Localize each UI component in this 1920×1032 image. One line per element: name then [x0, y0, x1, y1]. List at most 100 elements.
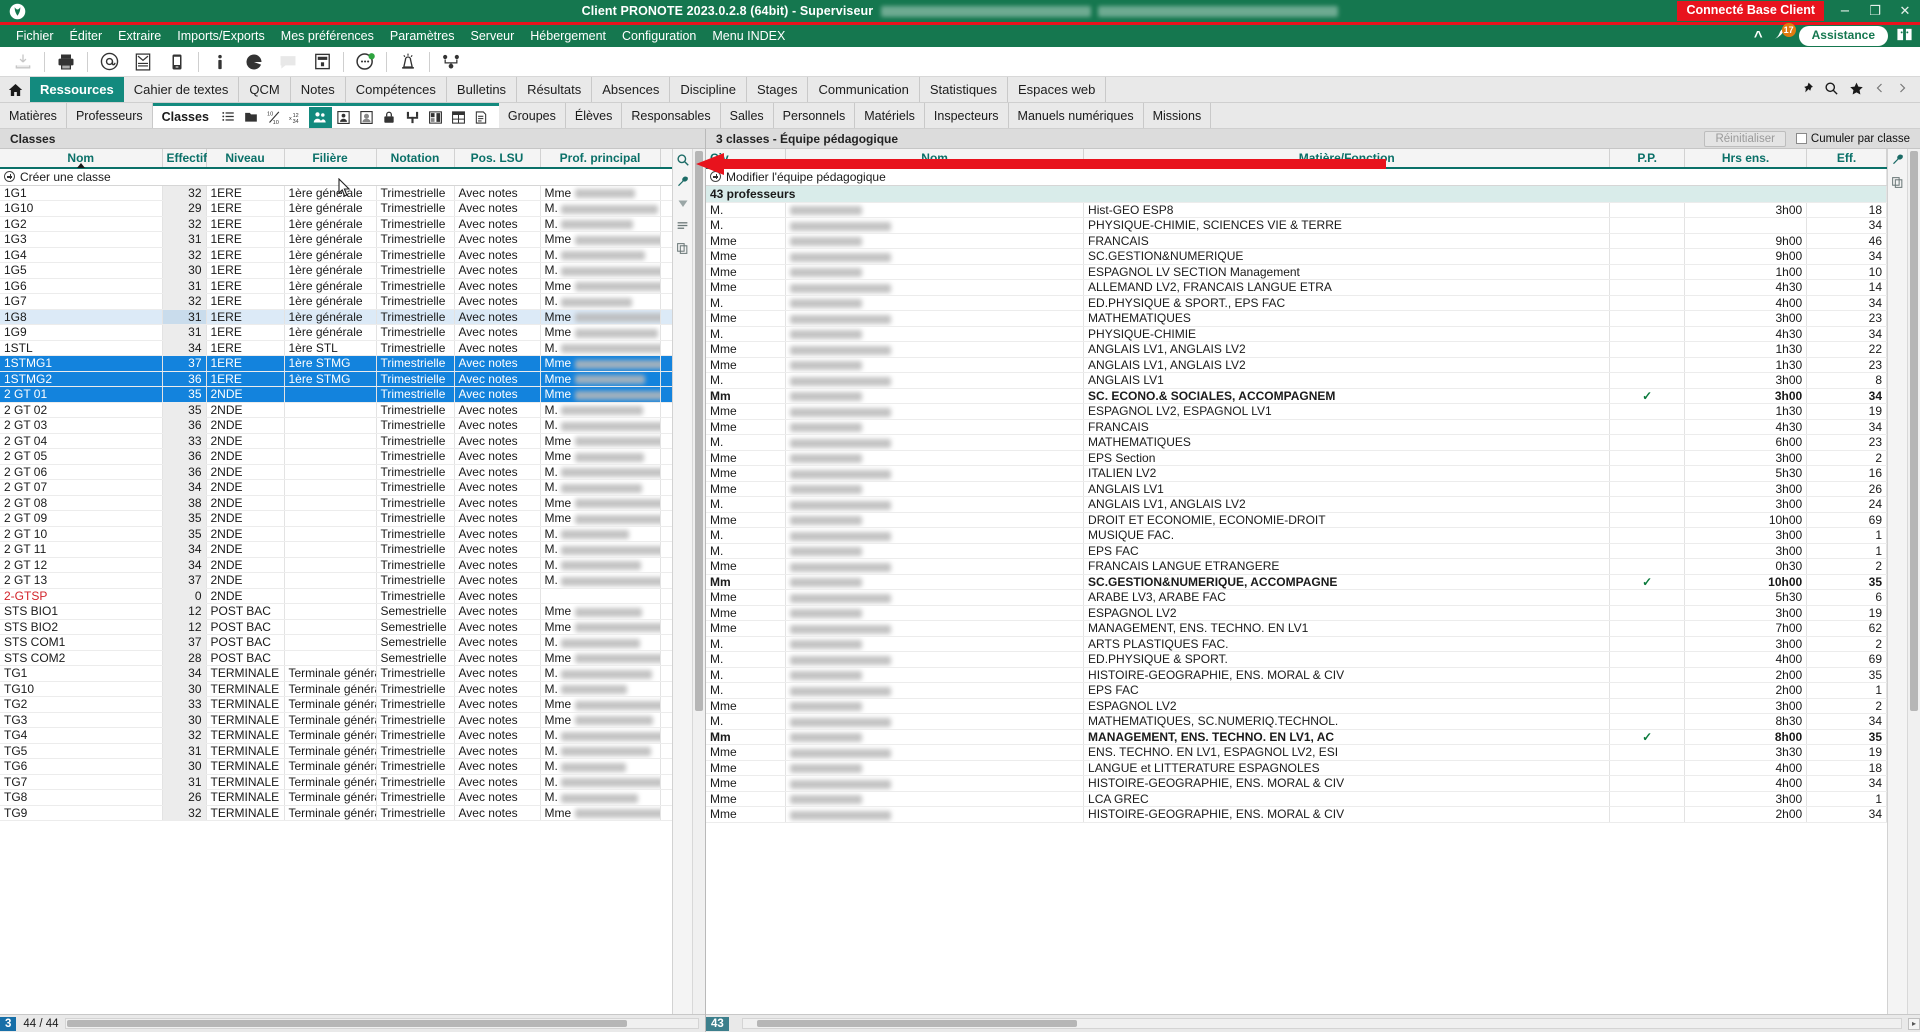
table-row[interactable]: 1G4 32 1ERE 1ère générale Trimestrielle Avec … — [0, 247, 672, 263]
table-row[interactable]: M. PHYSIQUE-CHIMIE, SCIENCES VIE & TERRE 3… — [706, 217, 1887, 234]
pin-icon[interactable] — [1801, 81, 1814, 98]
create-class-cell[interactable]: Créer une classe — [0, 168, 672, 186]
reset-button[interactable]: Réinitialiser — [1704, 130, 1786, 147]
col-notation[interactable]: Notation — [376, 149, 455, 169]
table-row[interactable]: Mme LANGUE et LITTERATURE ESPAGNOLES 4h00 1… — [706, 760, 1887, 776]
sidebar-item-eleves[interactable]: Élèves — [566, 103, 623, 128]
table-row[interactable]: 1G6 31 1ERE 1ère générale Trimestrielle Avec … — [0, 278, 672, 294]
tab-statistiques[interactable]: Statistiques — [920, 77, 1009, 102]
table-row[interactable]: Mme ESPAGNOL LV SECTION Management 1h00 10 — [706, 264, 1887, 280]
table-row[interactable]: TG134TERMINALETerminale généraleTrimestr… — [0, 665, 672, 682]
table-row[interactable]: TG630TERMINALETerminale généraleTrimestr… — [0, 758, 672, 775]
table-row[interactable]: 2 GT 11 34 2NDE Trimestrielle Avec notes M. — [0, 541, 672, 558]
comment-icon[interactable] — [271, 48, 305, 76]
letter-icon[interactable] — [126, 48, 160, 76]
edit-team-cell[interactable]: Modifier l'équipe pédagogique — [706, 168, 1887, 186]
menu-item-imports-exports[interactable]: Imports/Exports — [169, 28, 273, 44]
menu-item-mes-preferences[interactable]: Mes préférences — [273, 28, 382, 44]
col-matiere-fonction[interactable]: Matière/Fonction — [1083, 149, 1611, 169]
col-hrs-ens[interactable]: Hrs ens. — [1684, 149, 1808, 169]
table-row[interactable]: M. EPS FAC 3h00 1 — [706, 543, 1887, 559]
table-row[interactable]: Mme ITALIEN LV2 5h30 16 — [706, 465, 1887, 482]
col-effectif[interactable]: Effectif — [162, 149, 207, 169]
table-row[interactable]: Mme MANAGEMENT, ENS. TECHNO. EN LV1 7h00 62 — [706, 620, 1887, 637]
col-filiere[interactable]: Filière — [284, 149, 377, 169]
notifications-button[interactable]: 17 — [1770, 23, 1796, 46]
table-row[interactable]: M. Hist-GEO ESP8 3h00 18 — [706, 202, 1887, 218]
sidebar-item-responsables[interactable]: Responsables — [622, 103, 721, 128]
table-row[interactable]: Mme HISTOIRE-GEOGRAPHIE, ENS. MORAL & CIV… — [706, 775, 1887, 792]
form-icon[interactable] — [305, 48, 339, 76]
table-row[interactable]: M. ANGLAIS LV1 3h00 8 — [706, 372, 1887, 389]
coefficient-icon[interactable]: x 12 34 — [286, 107, 309, 128]
table-row[interactable]: 1STMG2 36 1ERE 1ère STMG Trimestrielle Avec n… — [0, 371, 672, 387]
chat-online-icon[interactable] — [348, 48, 382, 76]
table-row[interactable]: Mm SC. ECONO.& SOCIALES, ACCOMPAGNEM ✓ 3h00… — [706, 388, 1887, 404]
table-row[interactable]: 2 GT 08 38 2NDE Trimestrielle Avec notes Mme — [0, 495, 672, 511]
sidebar-item-missions[interactable]: Missions — [1144, 103, 1212, 128]
edit-team-row[interactable]: Modifier l'équipe pédagogique — [706, 168, 1887, 186]
table-row[interactable]: TG233TERMINALETerminale généraleTrimestr… — [0, 696, 672, 713]
table-row[interactable]: M. MATHEMATIQUES 6h00 23 — [706, 434, 1887, 451]
sidebar-item-inspecteurs[interactable]: Inspecteurs — [925, 103, 1009, 128]
tab-resultats[interactable]: Résultats — [517, 77, 593, 102]
table-row[interactable]: 2 GT 13 37 2NDE Trimestrielle Avec notes M. — [0, 572, 672, 589]
sidebar-item-materiels[interactable]: Matériels — [855, 103, 925, 128]
col-niveau[interactable]: Niveau — [206, 149, 285, 169]
group-grid-icon[interactable] — [424, 107, 447, 128]
table-row[interactable]: Mme ENS. TECHNO. EN LV1, ESPAGNOL LV2, ES… — [706, 744, 1887, 761]
search-icon[interactable] — [674, 151, 692, 169]
search-icon[interactable] — [1824, 81, 1839, 99]
people-network-icon[interactable] — [434, 48, 468, 76]
table-row[interactable]: Mme LCA GREC 3h00 1 — [706, 791, 1887, 807]
options-icon[interactable] — [401, 107, 424, 128]
alarm-icon[interactable] — [391, 48, 425, 76]
print-icon[interactable] — [49, 48, 83, 76]
filter-down-icon[interactable] — [674, 195, 692, 213]
table-row[interactable]: M. ED.PHYSIQUE & SPORT., EPS FAC 4h00 34 — [706, 295, 1887, 311]
copy-icon[interactable] — [674, 239, 692, 257]
close-button[interactable]: ✕ — [1890, 0, 1920, 22]
table-row[interactable]: 1STMG1 37 1ERE 1ère STMG Trimestrielle Avec n… — [0, 355, 672, 372]
col-eff[interactable]: Eff. — [1806, 149, 1887, 169]
table-row[interactable]: Mme DROIT ET ECONOMIE, ECONOMIE-DROIT 10h0… — [706, 512, 1887, 528]
team-scroll-thumb[interactable] — [1910, 151, 1918, 711]
table-row[interactable]: 1G10 29 1ERE 1ère générale Trimestrielle Avec… — [0, 200, 672, 217]
plus-circle-icon[interactable] — [710, 170, 721, 182]
report-icon[interactable] — [470, 107, 493, 128]
wrench-icon[interactable] — [1889, 151, 1907, 169]
tab-espaces-web[interactable]: Espaces web — [1008, 77, 1107, 102]
sidebar-item-groupes[interactable]: Groupes — [499, 103, 566, 128]
checkbox-box[interactable] — [1795, 133, 1807, 144]
cumulate-per-class-checkbox[interactable]: Cumuler par classe — [1795, 133, 1910, 145]
table-row[interactable]: 2 GT 10 35 2NDE Trimestrielle Avec notes M. — [0, 526, 672, 542]
menu-item-extraire[interactable]: Extraire — [110, 28, 169, 44]
table-row[interactable]: Mme SC.GESTION&NUMERIQUE 9h00 34 — [706, 248, 1887, 265]
team-hscroll-thumb[interactable] — [756, 1020, 1077, 1027]
table-row[interactable]: Mme ANGLAIS LV1, ANGLAIS LV2 1h30 22 — [706, 341, 1887, 358]
table-row[interactable]: Mme MATHEMATIQUES 3h00 23 — [706, 310, 1887, 327]
table-row[interactable]: 1G7 32 1ERE 1ère générale Trimestrielle Avec … — [0, 293, 672, 310]
table-row[interactable]: Mme EPS Section 3h00 2 — [706, 450, 1887, 466]
classes-scroll-thumb[interactable] — [695, 151, 703, 711]
table-row[interactable]: 1G2 32 1ERE 1ère générale Trimestrielle Avec … — [0, 216, 672, 232]
lock-icon[interactable] — [378, 107, 401, 128]
sidebar-item-matieres[interactable]: Matières — [0, 103, 67, 128]
table-row[interactable]: Mme ESPAGNOL LV2 3h00 2 — [706, 698, 1887, 714]
table-row[interactable]: Mme ALLEMAND LV2, FRANCAIS LANGUE ETRA 4h3… — [706, 279, 1887, 296]
tab-absences[interactable]: Absences — [592, 77, 671, 102]
at-email-icon[interactable] — [92, 48, 126, 76]
star-icon[interactable] — [1849, 81, 1864, 99]
col-pos-lsu[interactable]: Pos. LSU — [454, 149, 541, 169]
menu-item-configuration[interactable]: Configuration — [614, 28, 704, 44]
menu-item-parametres[interactable]: Paramètres — [382, 28, 463, 44]
table-row[interactable]: M. ANGLAIS LV1, ANGLAIS LV2 3h00 24 — [706, 496, 1887, 513]
table-row[interactable]: 2 GT 05 36 2NDE Trimestrielle Avec notes Mme — [0, 448, 672, 465]
table-row[interactable]: Mme ANGLAIS LV1 3h00 26 — [706, 481, 1887, 497]
table-row[interactable]: 1G3 31 1ERE 1ère générale Trimestrielle Avec … — [0, 231, 672, 248]
classes-vertical-scrollbar[interactable] — [692, 149, 705, 1014]
pie-chart-icon[interactable] — [237, 48, 271, 76]
folder-icon[interactable] — [240, 107, 263, 128]
table-row[interactable]: M. HISTOIRE-GEOGRAPHIE, ENS. MORAL & CIV 2… — [706, 667, 1887, 683]
list-icon[interactable] — [674, 217, 692, 235]
